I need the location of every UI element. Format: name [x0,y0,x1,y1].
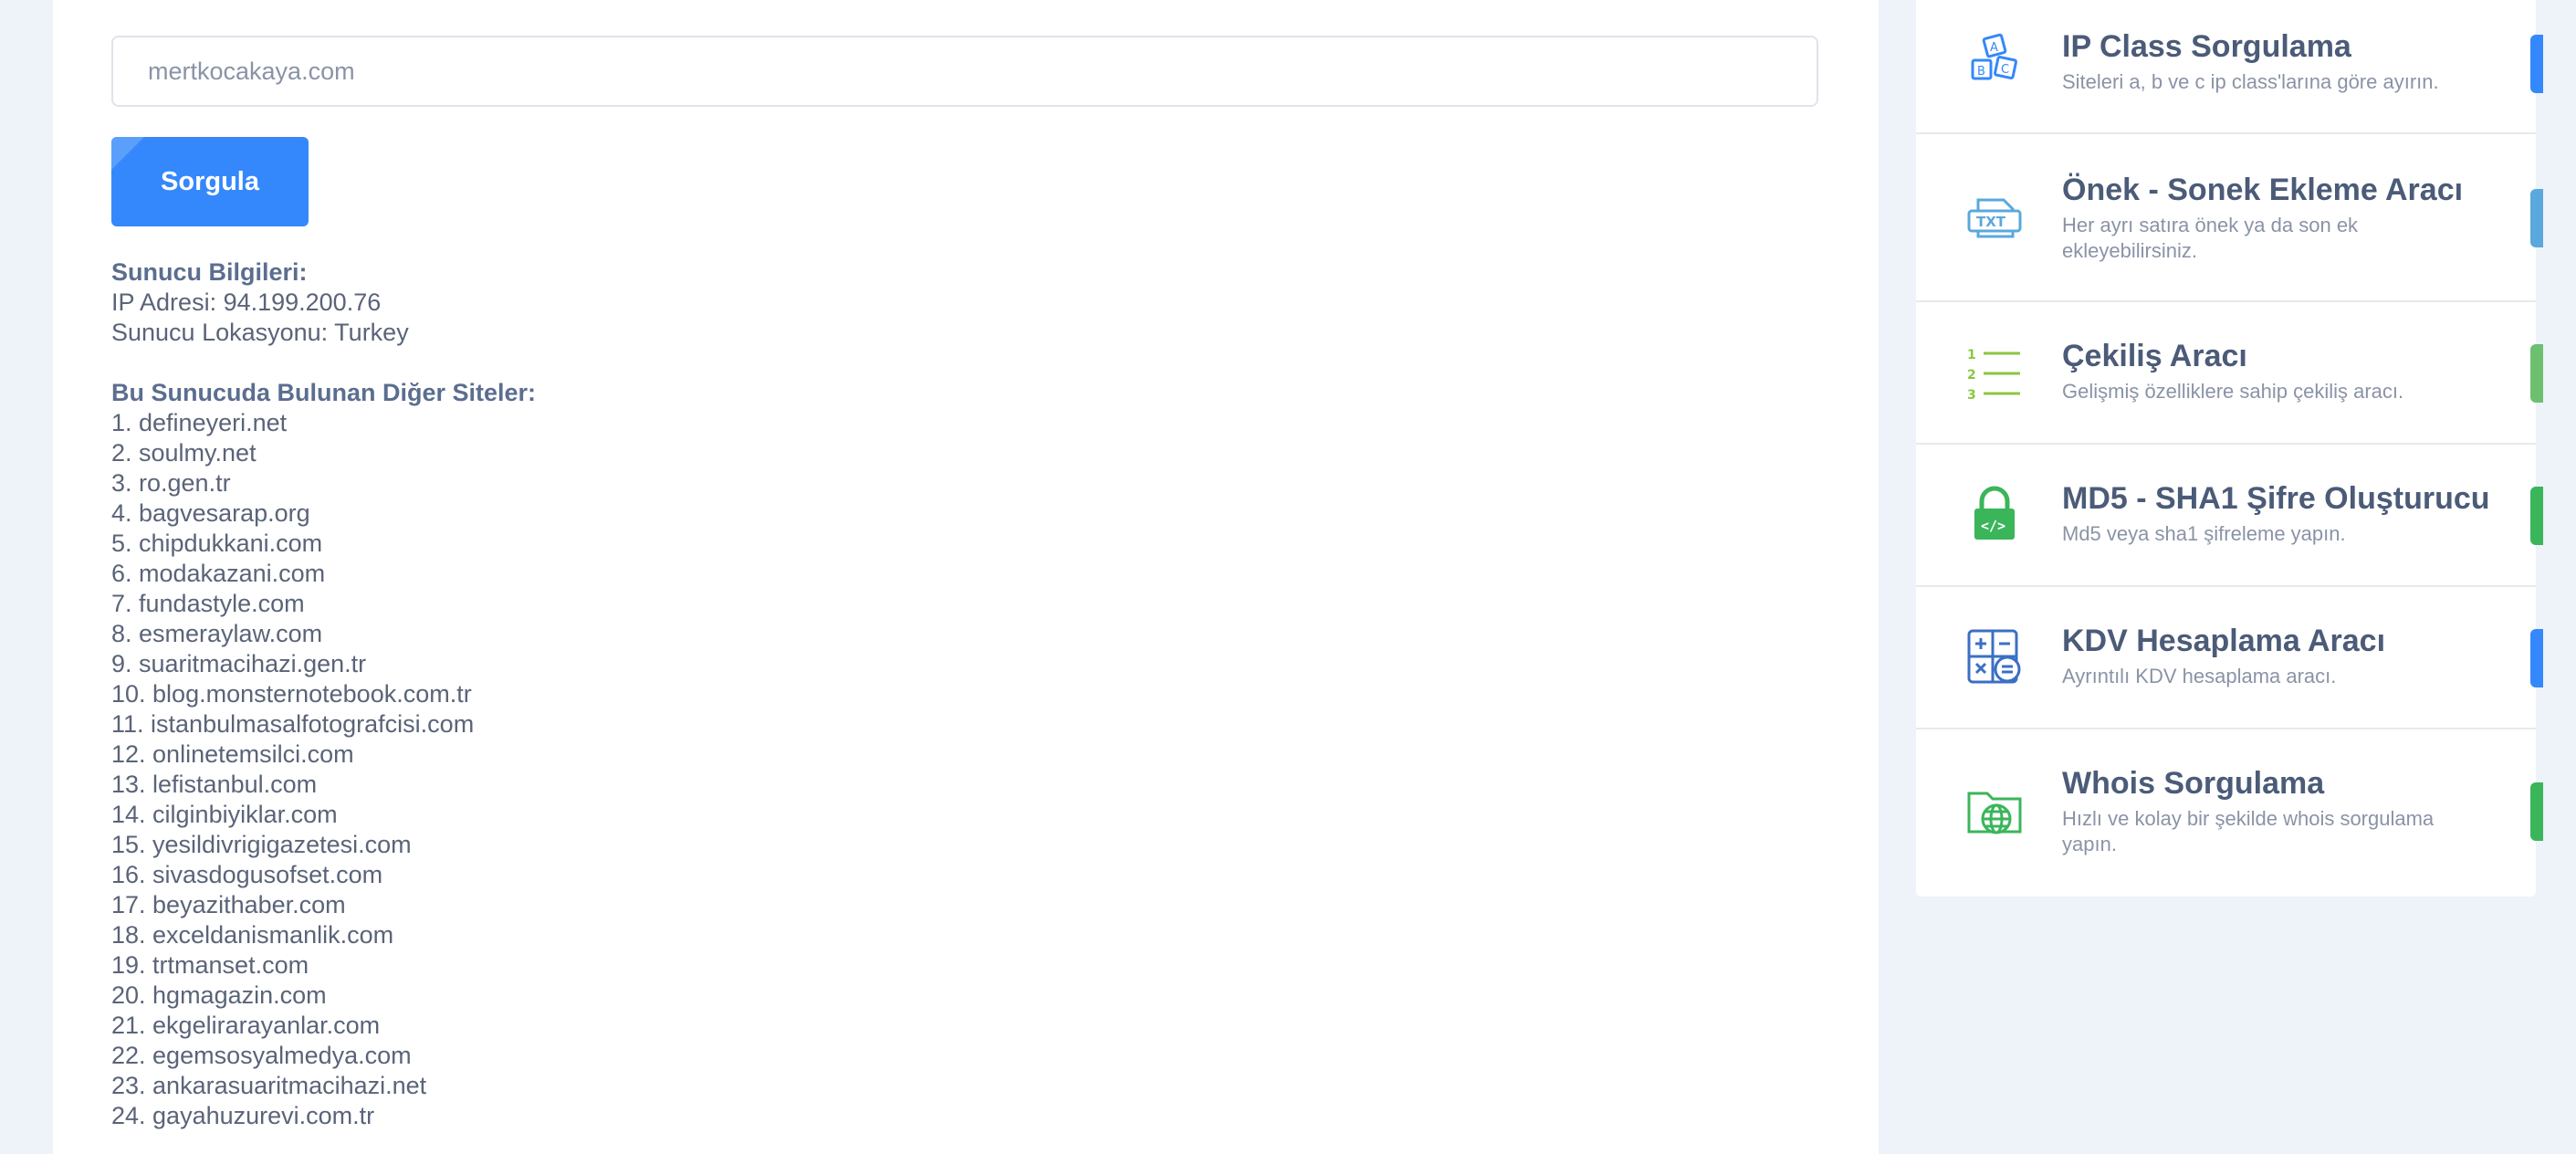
server-location-line: Sunucu Lokasyonu: Turkey [111,319,409,346]
tool-md5-sha1[interactable]: </> MD5 - SHA1 Şifre Oluşturucu Md5 veya… [1916,445,2543,587]
svg-text:1: 1 [1967,348,1976,362]
site-list-item: 22. egemsosyalmedya.com [111,1042,412,1069]
site-list-item: 6. modakazani.com [111,560,326,587]
tool-ip-class[interactable]: A B C IP Class Sorgulama Siteleri a, b v… [1916,0,2543,134]
svg-text:3: 3 [1967,388,1976,403]
svg-text:B: B [1977,65,1985,79]
tool-title: Whois Sorgulama [2062,766,2325,801]
other-sites-list: 1. defineyeri.net 2. soulmy.net 3. ro.gen.… [111,408,536,1131]
other-sites-heading: Bu Sunucuda Bulunan Diğer Siteler: [111,379,537,406]
tool-description: Siteleri a, b ve c ip class'larına göre … [2062,70,2439,93]
site-list-item: 20. hgmagazin.com [111,981,327,1009]
site-list-item: 10. blog.monsternotebook.com.tr [111,680,472,708]
tool-description: Ayrıntılı KDV hesaplama aracı. [2062,665,2337,687]
tool-whois[interactable]: Whois Sorgulama Hızlı ve kolay bir şekil… [1916,729,2543,897]
tool-title: KDV Hesaplama Aracı [2062,624,2386,658]
tool-description: Her ayrı satıra önek ya da son ek ekleye… [2062,214,2359,262]
tool-title: Önek - Sonek Ekleme Aracı [2062,173,2464,207]
tool-tab-marker [2530,487,2543,545]
calculator-icon [1965,627,2024,686]
padlock-code-icon: </> [1965,485,2024,543]
site-list-item: 23. ankarasuaritmacihazi.net [111,1072,427,1099]
site-list-item: 5. chipdukkani.com [111,530,323,557]
tool-title: IP Class Sorgulama [2062,29,2351,64]
site-list-item: 13. lefistanbul.com [111,771,318,798]
results-panel: Sunucu Bilgileri: IP Adresi: 94.199.200.… [111,257,536,1131]
txt-file-icon: TXT [1965,189,2024,247]
site-list-item: 8. esmeraylaw.com [111,620,323,647]
domain-input[interactable] [111,36,1818,107]
abc-blocks-icon: A B C [1965,33,2024,91]
query-button[interactable]: Sorgula [111,137,309,226]
site-list-item: 14. cilginbiyiklar.com [111,801,338,828]
tool-description: Hızlı ve kolay bir şekilde whois sorgula… [2062,807,2435,855]
site-list-item: 2. soulmy.net [111,439,257,467]
svg-text:TXT: TXT [1976,214,2006,230]
site-list-item: 3. ro.gen.tr [111,469,231,497]
site-list-item: 1. defineyeri.net [111,409,288,436]
svg-text:</>: </> [1981,518,2005,534]
site-list-item: 11. istanbulmasalfotografcisi.com [111,710,475,738]
numbered-list-icon: 1 2 3 [1965,344,2024,403]
site-list-item: 12. onlinetemsilci.com [111,740,354,768]
svg-text:C: C [2001,63,2009,77]
site-list-item: 7. fundastyle.com [111,590,305,617]
tool-tab-marker [2530,189,2543,247]
site-list-item: 15. yesildivrigigazetesi.com [111,831,412,858]
tool-giveaway[interactable]: 1 2 3 Çekiliş Aracı Gelişmiş özelliklere… [1916,302,2543,445]
site-list-item: 18. exceldanismanlik.com [111,921,394,949]
tool-title: MD5 - SHA1 Şifre Oluşturucu [2062,481,2490,516]
tool-tab-marker [2530,782,2543,841]
tool-description: Md5 veya sha1 şifreleme yapın. [2062,522,2346,545]
tool-kdv-calculator[interactable]: KDV Hesaplama Aracı Ayrıntılı KDV hesapl… [1916,587,2543,729]
tool-tab-marker [2530,344,2543,403]
tool-tab-marker [2530,629,2543,687]
site-list-item: 17. beyazithaber.com [111,891,346,918]
tool-prefix-suffix[interactable]: TXT Önek - Sonek Ekleme Aracı Her ayrı s… [1916,134,2543,302]
tool-title: Çekiliş Aracı [2062,339,2247,373]
site-list-item: 21. ekgelirarayanlar.com [111,1012,381,1039]
site-list-item: 4. bagvesarap.org [111,499,310,527]
site-list-item: 24. gayahuzurevi.com.tr [111,1102,375,1129]
globe-folder-icon [1965,781,2024,839]
svg-text:A: A [1990,41,1998,55]
tool-description: Gelişmiş özelliklere sahip çekiliş aracı… [2062,380,2404,403]
ip-address-line: IP Adresi: 94.199.200.76 [111,288,382,316]
svg-text:2: 2 [1967,368,1976,383]
site-list-item: 9. suaritmacihazi.gen.tr [111,650,367,677]
site-list-item: 16. sivasdogusofset.com [111,861,383,888]
server-info-heading: Sunucu Bilgileri: [111,258,308,286]
site-list-item: 19. trtmanset.com [111,951,309,979]
tool-tab-marker [2530,35,2543,93]
tools-sidebar: A B C IP Class Sorgulama Siteleri a, b v… [1916,0,2543,897]
